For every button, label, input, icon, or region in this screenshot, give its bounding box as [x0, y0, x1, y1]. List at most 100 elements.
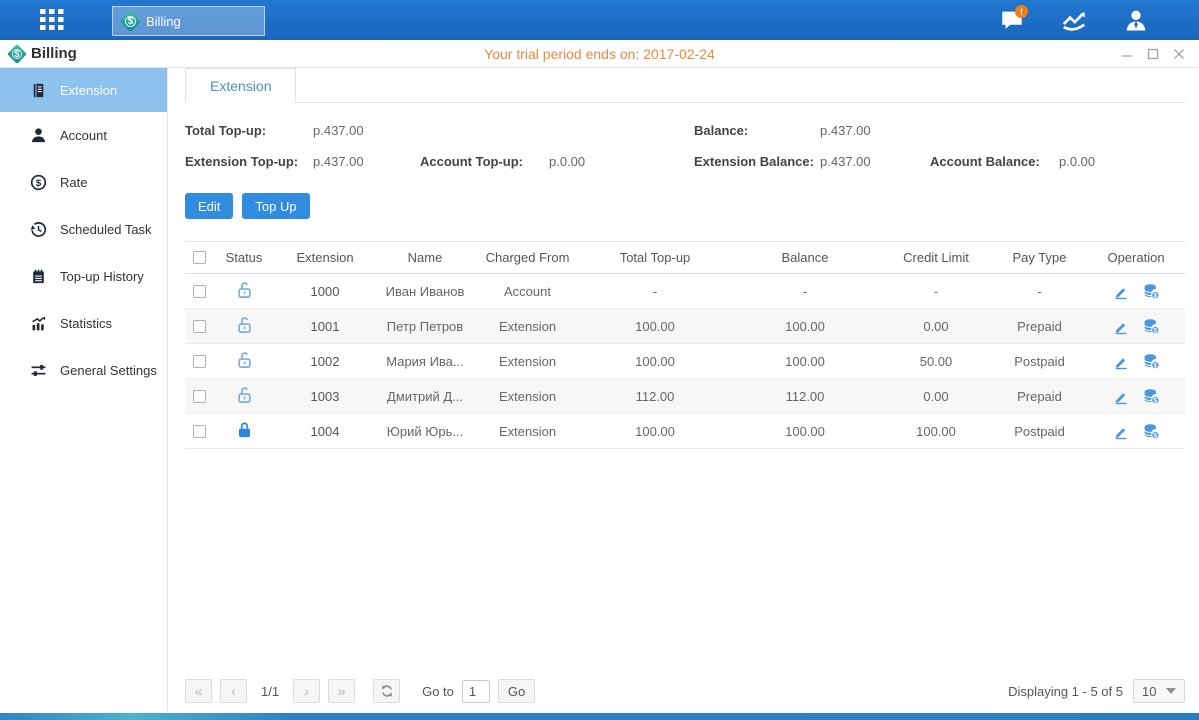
balance-value: p.437.00	[820, 123, 930, 138]
credit-limit-cell: -	[880, 274, 992, 309]
balance-cell: 100.00	[730, 414, 880, 449]
pay-type-cell: Prepaid	[992, 379, 1087, 414]
edit-button[interactable]: Edit	[185, 193, 233, 219]
edit-icon[interactable]	[1113, 388, 1129, 405]
row-checkbox[interactable]	[193, 390, 206, 403]
edit-icon[interactable]	[1113, 423, 1129, 440]
column-header-name: Name	[375, 242, 475, 274]
go-button[interactable]: Go	[498, 679, 535, 703]
pay-type-cell: Postpaid	[992, 414, 1087, 449]
column-header-extension: Extension	[275, 242, 375, 274]
top-up-icon[interactable]: $	[1143, 388, 1160, 405]
account-topup-label: Account Top-up:	[420, 154, 549, 169]
credit-limit-cell: 50.00	[880, 344, 992, 379]
action-buttons: Edit Top Up	[185, 193, 1185, 219]
name-cell: Мария Ива...	[375, 344, 475, 379]
maximize-icon[interactable]	[1145, 46, 1161, 62]
user-icon[interactable]	[1119, 3, 1153, 37]
column-header-balance: Balance	[730, 242, 880, 274]
svg-text:$: $	[1153, 432, 1157, 439]
row-checkbox[interactable]	[193, 355, 206, 368]
refresh-button[interactable]	[373, 679, 400, 703]
line-chart-icon[interactable]	[1057, 3, 1091, 37]
main-content: Extension Total Top-up: p.437.00 Balance…	[168, 68, 1199, 713]
top-up-icon[interactable]: $	[1143, 353, 1160, 370]
last-page-button[interactable]: »	[328, 679, 355, 703]
page-size-value: 10	[1142, 684, 1156, 699]
total-topup-cell: 100.00	[580, 309, 730, 344]
person-icon	[30, 127, 47, 144]
account-topup-value: p.0.00	[549, 154, 694, 169]
first-page-button[interactable]: «	[185, 679, 212, 703]
checkbox[interactable]	[193, 251, 206, 264]
sidebar-item-account[interactable]: Account	[0, 112, 167, 159]
pay-type-cell: -	[992, 274, 1087, 309]
notification-badge: !	[1015, 5, 1028, 18]
operation-cell: $	[1087, 274, 1185, 309]
status-cell	[213, 309, 275, 344]
extension-cell: 1003	[275, 379, 375, 414]
column-header-credit-limit: Credit Limit	[880, 242, 992, 274]
apps-grid-icon[interactable]	[38, 7, 68, 33]
select-all-checkbox[interactable]	[185, 242, 213, 274]
sidebar-item-topup-history[interactable]: Top-up History	[0, 253, 167, 300]
edit-icon[interactable]	[1113, 283, 1129, 300]
sidebar-item-scheduled-task[interactable]: Scheduled Task	[0, 206, 167, 253]
table-row: 1001Петр ПетровExtension100.00100.000.00…	[185, 309, 1185, 344]
row-checkbox[interactable]	[193, 285, 206, 298]
billing-app-icon: $	[120, 10, 141, 31]
sliders-icon	[30, 362, 47, 379]
operation-cell: $	[1087, 344, 1185, 379]
close-icon[interactable]	[1171, 46, 1187, 62]
extension-table: StatusExtensionNameCharged FromTotal Top…	[185, 241, 1185, 449]
sidebar-item-general-settings[interactable]: General Settings	[0, 347, 167, 394]
status-cell	[213, 414, 275, 449]
total-topup-label: Total Top-up:	[185, 123, 313, 138]
row-checkbox[interactable]	[193, 320, 206, 333]
tab-extension[interactable]: Extension	[185, 68, 296, 103]
minimize-icon[interactable]	[1119, 46, 1135, 62]
sidebar-item-extension[interactable]: Extension	[0, 68, 167, 112]
goto-page-input[interactable]	[462, 680, 490, 703]
charged-from-cell: Extension	[475, 344, 580, 379]
top-up-icon[interactable]: $	[1143, 318, 1160, 335]
sidebar-item-statistics[interactable]: Statistics	[0, 300, 167, 347]
charged-from-cell: Extension	[475, 414, 580, 449]
extension-cell: 1000	[275, 274, 375, 309]
account-balance-label: Account Balance:	[930, 154, 1059, 169]
page-indicator: 1/1	[255, 684, 285, 699]
billing-window-icon: $	[7, 44, 27, 64]
window-title-text: Billing	[31, 45, 77, 62]
taskbar-tab-billing[interactable]: $ Billing	[112, 6, 265, 36]
status-cell	[213, 274, 275, 309]
table-body: 1000Иван ИвановAccount---- $ 1001Петр Пе…	[185, 274, 1185, 449]
extension-cell: 1002	[275, 344, 375, 379]
lock-open-icon	[236, 316, 253, 334]
extension-balance-label: Extension Balance:	[694, 154, 820, 169]
edit-icon[interactable]	[1113, 318, 1129, 335]
table-row: 1004Юрий Юрь...Extension100.00100.00100.…	[185, 414, 1185, 449]
top-up-icon[interactable]: $	[1143, 283, 1160, 300]
pay-type-cell: Prepaid	[992, 309, 1087, 344]
next-page-button[interactable]: ›	[293, 679, 320, 703]
top-up-icon[interactable]: $	[1143, 423, 1160, 440]
page-size-select[interactable]: 10	[1133, 679, 1185, 703]
chat-icon[interactable]: !	[995, 3, 1029, 37]
total-topup-cell: 112.00	[580, 379, 730, 414]
name-cell: Дмитрий Д...	[375, 379, 475, 414]
top-up-button[interactable]: Top Up	[242, 193, 309, 219]
lock-open-icon	[236, 386, 253, 404]
edit-icon[interactable]	[1113, 353, 1129, 370]
total-topup-cell: -	[580, 274, 730, 309]
prev-page-button[interactable]: ‹	[220, 679, 247, 703]
credit-limit-cell: 100.00	[880, 414, 992, 449]
desktop-bottom-strip	[0, 713, 1199, 720]
goto-label: Go to	[422, 684, 454, 699]
sidebar-item-rate[interactable]: $ Rate	[0, 159, 167, 206]
window-controls	[1119, 46, 1187, 62]
lock-open-icon	[236, 281, 253, 299]
status-cell	[213, 379, 275, 414]
row-checkbox[interactable]	[193, 425, 206, 438]
name-cell: Юрий Юрь...	[375, 414, 475, 449]
balance-cell: 112.00	[730, 379, 880, 414]
